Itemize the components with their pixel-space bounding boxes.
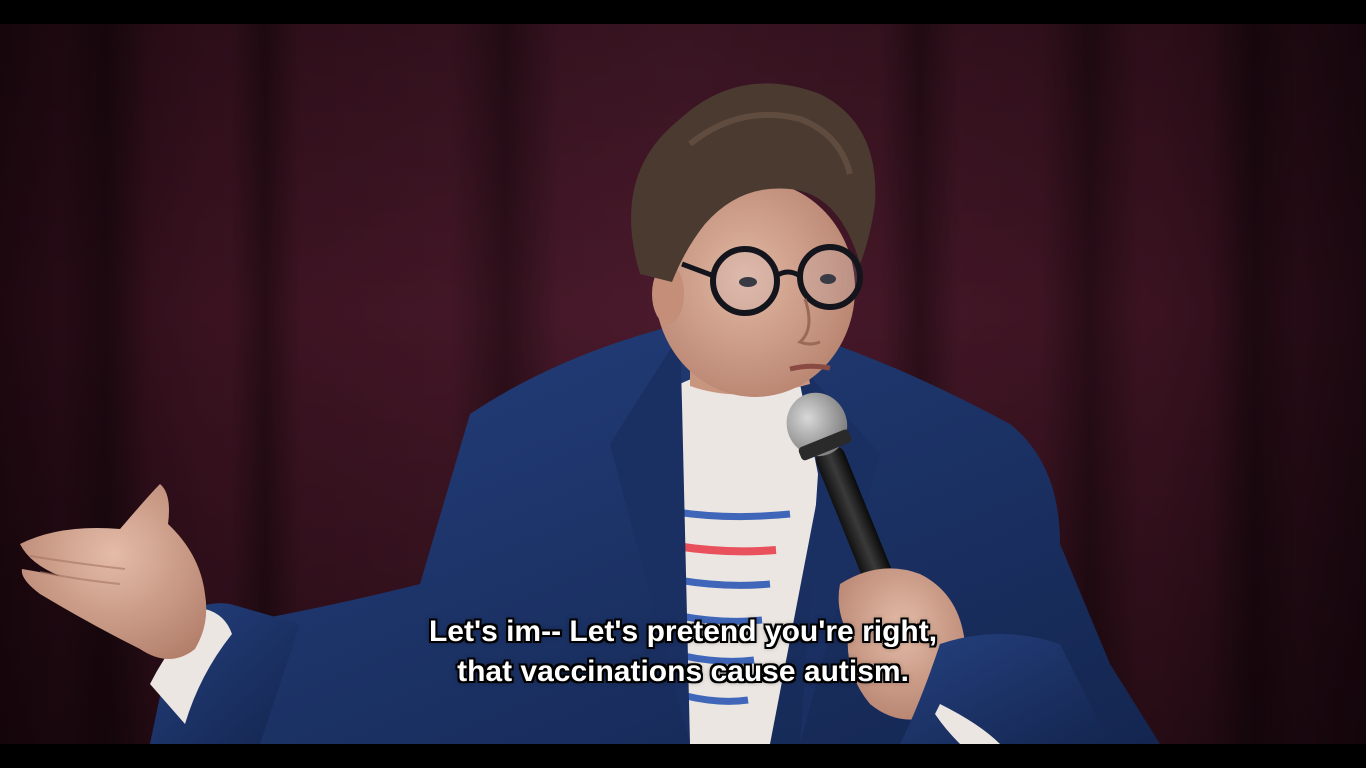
letterbox-bottom (0, 744, 1366, 768)
video-frame: Let's im-- Let's pretend you're right, t… (0, 0, 1366, 768)
eye-right (820, 274, 836, 284)
subtitle-box: Let's im-- Let's pretend you're right, t… (0, 612, 1366, 692)
subtitle-line-1: Let's im-- Let's pretend you're right, (428, 615, 938, 648)
subtitle-line-2: that vaccinations cause autism. (457, 655, 909, 688)
letterbox-top (0, 0, 1366, 24)
mouth (789, 363, 831, 372)
eye-left (739, 277, 757, 287)
